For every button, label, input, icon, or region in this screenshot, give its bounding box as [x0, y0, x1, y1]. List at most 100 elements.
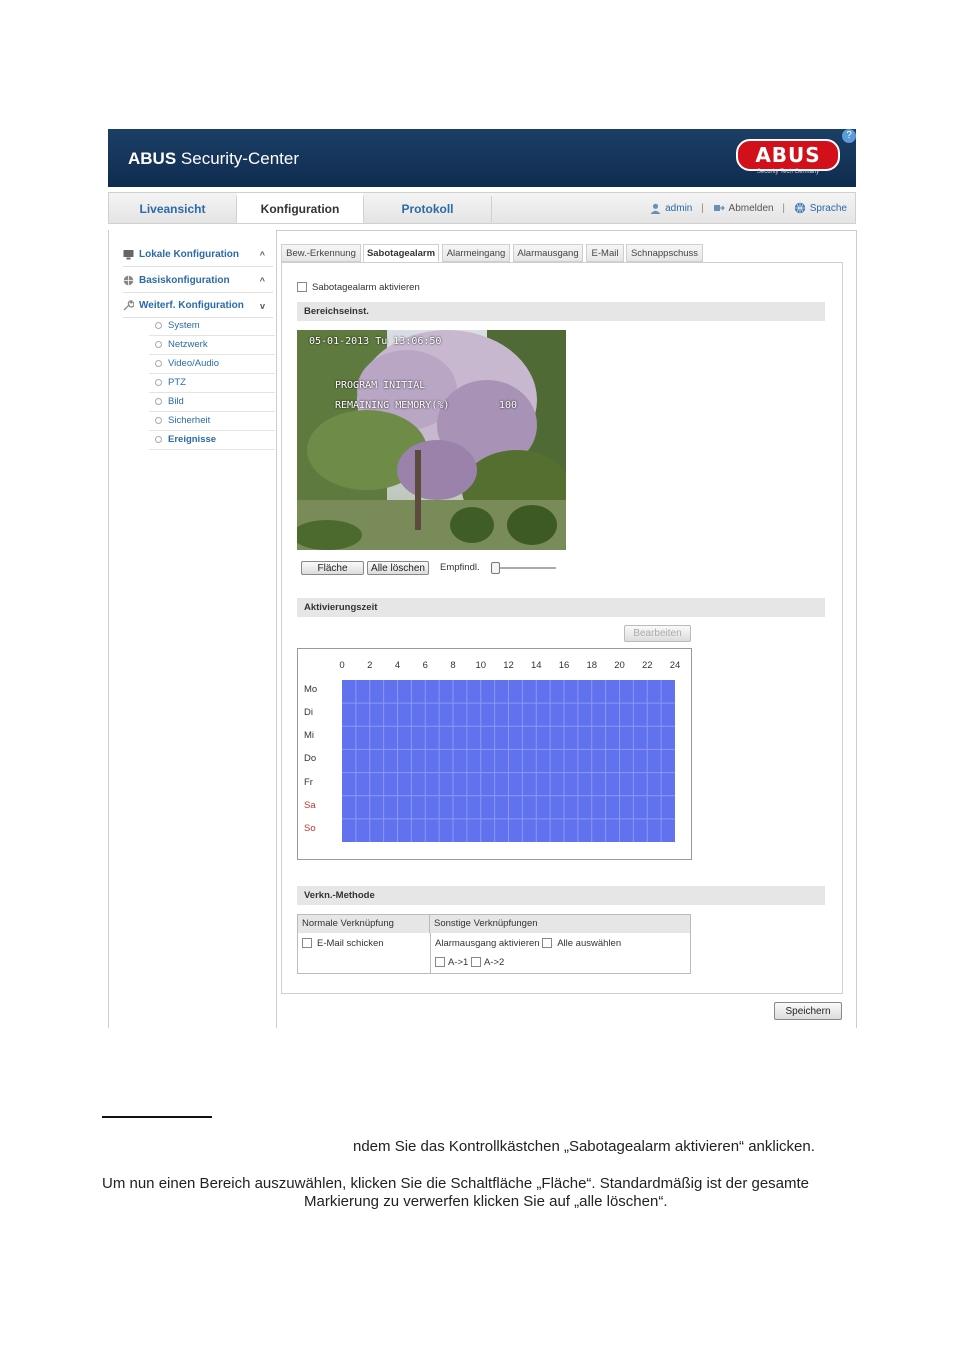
body-text-line-3: Markierung zu verwerfen klicken Sie auf … — [304, 1193, 668, 1210]
osd-line-1: PROGRAM INITIAL — [335, 380, 426, 391]
day-label: Fr — [304, 776, 313, 788]
osd-value: 100 — [499, 400, 518, 411]
tab-konfiguration[interactable]: Konfiguration — [237, 193, 363, 223]
abus-logo: ABUS — [736, 139, 840, 171]
schedule-grid-lines — [342, 680, 675, 842]
wrench-icon — [123, 300, 134, 311]
body-text-line-2: Um nun einen Bereich auszuwählen, klicke… — [102, 1175, 810, 1192]
sidebar-section-local-config[interactable]: Lokale Konfiguration ^ — [123, 244, 273, 267]
save-button[interactable]: Speichern — [774, 1002, 842, 1020]
sidebar-section-label: Basiskonfiguration — [139, 275, 230, 286]
sidebar-section-label: Lokale Konfiguration — [139, 249, 239, 260]
tab-liveansicht[interactable]: Liveansicht — [109, 193, 236, 223]
chevron-down-icon: v — [259, 301, 265, 311]
schedule-grid[interactable] — [342, 680, 675, 842]
select-all-label: Alle auswählen — [557, 938, 622, 949]
sidebar-item-bild[interactable]: Bild — [149, 393, 275, 412]
select-all-checkbox[interactable] — [542, 938, 553, 949]
main-navbar: Liveansicht Konfiguration Protokoll admi… — [108, 192, 856, 224]
activation-time-header: Aktivierungszeit — [297, 598, 825, 617]
hour-label: 18 — [586, 660, 598, 671]
app-title: ABUS Security-Center — [128, 149, 299, 169]
subtab-tamper-alarm[interactable]: Sabotagealarm — [363, 244, 439, 262]
sensitivity-slider-track[interactable] — [494, 567, 556, 569]
sensitivity-slider-handle[interactable] — [491, 562, 500, 574]
linkage-table: Normale Verknüpfung Sonstige Verknüpfung… — [297, 914, 691, 974]
hour-label: 8 — [450, 660, 456, 671]
hour-label: 14 — [530, 660, 542, 671]
linkage-method-header: Verkn.-Methode — [297, 886, 825, 905]
subtab-snapshot[interactable]: Schnappschuss — [626, 244, 703, 262]
logout-link[interactable]: Abmelden — [729, 203, 774, 214]
sidebar-section-basic-config[interactable]: Basiskonfiguration ^ — [123, 270, 273, 293]
hour-label: 0 — [339, 660, 345, 671]
bullet-icon — [155, 397, 162, 405]
app-title-text: Security-Center — [176, 149, 299, 168]
user-bar: admin | Abmelden | Sprache — [650, 193, 847, 223]
username: admin — [665, 203, 693, 214]
hour-label: 22 — [641, 660, 653, 671]
bullet-icon — [155, 340, 162, 348]
email-checkbox[interactable] — [302, 938, 312, 949]
hour-label: 2 — [367, 660, 373, 671]
sidebar-item-ereignisse[interactable]: Ereignisse — [149, 431, 275, 450]
email-label: E-Mail schicken — [317, 938, 384, 949]
hour-label: 4 — [394, 660, 401, 671]
sidebar-item-label: Sicherheit — [168, 415, 211, 426]
hour-label: 24 — [669, 660, 681, 671]
bullet-icon — [155, 435, 162, 443]
sidebar-item-netzwerk[interactable]: Netzwerk — [149, 336, 275, 355]
user-icon — [650, 203, 661, 214]
other-linkage-header: Sonstige Verknüpfungen — [430, 915, 690, 933]
chevron-up-icon: ^ — [259, 276, 265, 286]
email-row: E-Mail schicken — [302, 938, 384, 949]
logo-subtitle: Security Tech Germany — [756, 169, 820, 175]
day-label: Mo — [304, 684, 318, 695]
tab-protokoll[interactable]: Protokoll — [364, 193, 491, 223]
nav-divider — [491, 196, 492, 222]
osd-line-2: REMAINING MEMORY(%) — [335, 400, 450, 411]
sidebar-item-ptz[interactable]: PTZ — [149, 374, 275, 393]
camera-preview[interactable]: 05-01-2013 Tu 13:06:50 PROGRAM INITIAL R… — [297, 330, 566, 550]
help-icon[interactable]: ? — [842, 129, 856, 143]
subtab-alarm-output[interactable]: Alarmausgang — [513, 244, 583, 262]
output-2-label: A->2 — [483, 957, 505, 968]
area-button[interactable]: Fläche — [301, 561, 364, 575]
subtab-email[interactable]: E-Mail — [586, 244, 624, 262]
monitor-icon — [123, 249, 134, 260]
sidebar-item-video-audio[interactable]: Video/Audio — [149, 355, 275, 374]
tamper-enable-row: Sabotagealarm aktivieren — [297, 282, 420, 293]
day-label: Di — [304, 707, 313, 719]
hour-label: 10 — [475, 660, 487, 671]
hour-label: 12 — [503, 660, 514, 671]
sidebar: Lokale Konfiguration ^ Basiskonfiguratio… — [108, 230, 277, 1028]
sidebar-item-sicherheit[interactable]: Sicherheit — [149, 412, 275, 431]
edit-schedule-button[interactable]: Bearbeiten — [624, 625, 691, 642]
tamper-enable-checkbox[interactable] — [297, 282, 307, 293]
globe-settings-icon — [123, 275, 134, 286]
sensitivity-label: Empfindl. — [440, 562, 480, 573]
output-1-checkbox[interactable] — [435, 957, 445, 968]
language-link[interactable]: Sprache — [810, 203, 847, 214]
tamper-enable-label: Sabotagealarm aktivieren — [312, 282, 420, 293]
sidebar-item-label: Bild — [168, 396, 184, 407]
subtab-motion-detection[interactable]: Bew.-Erkennung — [281, 244, 361, 262]
bullet-icon — [155, 321, 162, 329]
clear-all-button[interactable]: Alle löschen — [367, 561, 429, 575]
hour-label: 6 — [422, 660, 428, 671]
subtab-alarm-input[interactable]: Alarmeingang — [442, 244, 510, 262]
day-label: Mi — [304, 730, 315, 742]
sidebar-item-system[interactable]: System — [149, 317, 275, 336]
output-2-checkbox[interactable] — [470, 957, 481, 968]
app-header: ABUS Security-Center ABUS Security Tech … — [108, 129, 856, 187]
body-text-line-1: ndem Sie das Kontrollkästchen „Sabotagea… — [353, 1138, 815, 1155]
sidebar-section-advanced-config[interactable]: Weiterf. Konfiguration v — [123, 295, 273, 318]
user-bar-separator: | — [782, 203, 785, 214]
chevron-up-icon: ^ — [259, 250, 265, 260]
sidebar-item-label: Video/Audio — [168, 358, 220, 369]
heading-underline — [102, 1116, 212, 1118]
logout-icon — [713, 205, 725, 212]
sidebar-item-label: Netzwerk — [168, 339, 208, 350]
hour-label: 20 — [614, 660, 625, 671]
alarm-output-label: Alarmausgang aktivieren — [435, 938, 540, 949]
